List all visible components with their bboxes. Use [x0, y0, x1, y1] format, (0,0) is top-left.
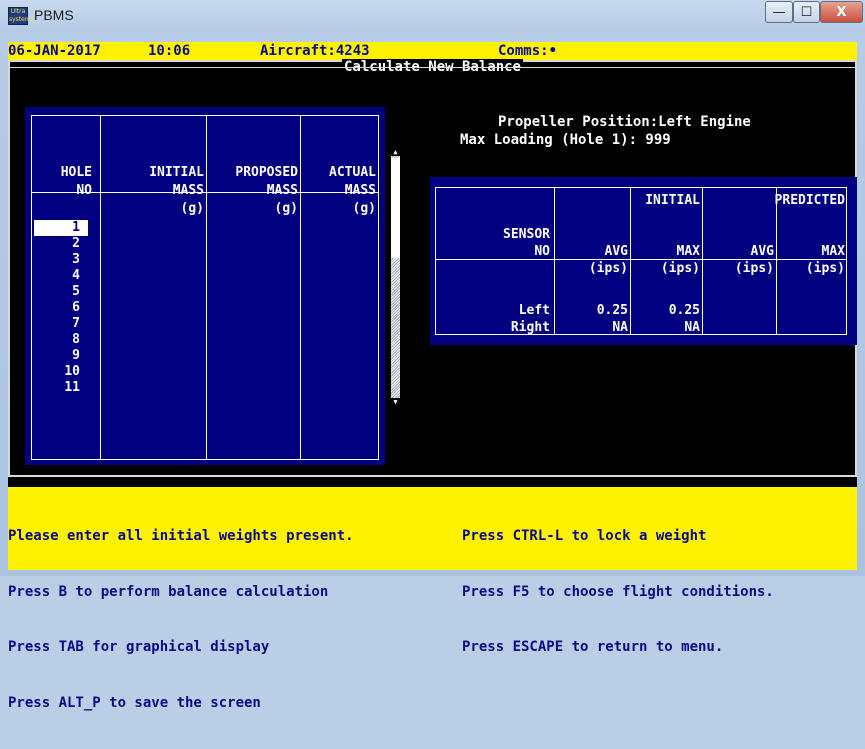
- hole-row[interactable]: 11: [40, 380, 80, 396]
- status-comms: Comms:•: [498, 43, 558, 59]
- minimize-button[interactable]: —: [765, 1, 793, 23]
- hole-row[interactable]: 4: [40, 268, 80, 284]
- sensor-table: SENSOR NO INITIAL PREDICTED AVG (ips) MAX(…: [430, 177, 857, 345]
- scroll-up-icon[interactable]: ▲: [391, 148, 400, 156]
- terminal-screen: 06-JAN-2017 10:06 Aircraft:4243 Comms:• …: [8, 42, 857, 711]
- header-initial: INITIAL: [645, 193, 700, 208]
- hole-table-frame: HOLE NO INITIAL MASS (g) PROPOSED MASS (g) AC…: [31, 115, 379, 460]
- maximize-button[interactable]: ☐: [793, 1, 820, 23]
- hole-row[interactable]: 9: [40, 348, 80, 364]
- scroll-down-icon[interactable]: ▼: [391, 398, 400, 406]
- hole-row[interactable]: 7: [40, 316, 80, 332]
- initial-max-values[interactable]: 0.25 NA: [632, 268, 700, 370]
- header-predicted-max: MAX (ips): [805, 244, 845, 276]
- status-time: 10:06: [148, 43, 191, 59]
- status-date: 06-JAN-2017: [8, 43, 101, 59]
- hole-row[interactable]: 3: [40, 252, 80, 268]
- app-logo-icon: Ultra systems: [8, 7, 34, 25]
- title-bar[interactable]: Ultra systems PBMS — ☐ X: [0, 0, 865, 32]
- scroll-thumb[interactable]: [391, 158, 400, 258]
- max-loading: Max Loading (Hole 1): 999: [460, 132, 671, 148]
- hole-list: 1 2 3 4 5 6 7 8 9 10 11: [40, 220, 80, 396]
- initial-avg-values[interactable]: 0.25 NA: [556, 268, 628, 370]
- hole-row[interactable]: 2: [40, 236, 80, 252]
- help-right: Press CTRL-L to lock a weight Press F5 t…: [462, 528, 774, 655]
- header-initial-mass: INITIAL MASS (g): [149, 165, 204, 216]
- title-rule: [10, 67, 855, 68]
- status-aircraft: Aircraft:4243: [260, 43, 370, 59]
- hole-row[interactable]: 10: [40, 364, 80, 380]
- sensor-table-frame: SENSOR NO INITIAL PREDICTED AVG (ips) MAX(…: [435, 187, 847, 335]
- hole-row[interactable]: 6: [40, 300, 80, 316]
- header-proposed-mass: PROPOSED MASS (g): [235, 165, 298, 216]
- window-title: PBMS: [34, 7, 74, 23]
- hole-row[interactable]: 8: [40, 332, 80, 348]
- hole-table: HOLE NO INITIAL MASS (g) PROPOSED MASS (g) AC…: [25, 107, 385, 465]
- hole-row[interactable]: 1: [40, 220, 80, 236]
- hole-row[interactable]: 5: [40, 284, 80, 300]
- hole-table-scrollbar[interactable]: ▲ ▼: [391, 148, 400, 406]
- header-predicted: PREDICTED: [774, 193, 845, 208]
- propeller-position: Propeller Position:Left Engine: [498, 114, 751, 130]
- help-left: Please enter all initial weights present…: [8, 528, 354, 711]
- status-bar: 06-JAN-2017 10:06 Aircraft:4243 Comms:•: [8, 42, 857, 60]
- application-window: Ultra systems PBMS — ☐ X 06-JAN-2017 10:…: [0, 0, 865, 711]
- help-footer: Please enter all initial weights present…: [8, 487, 857, 711]
- header-actual-mass: ACTUAL MASS (g): [329, 165, 376, 216]
- close-button[interactable]: X: [820, 1, 863, 23]
- balance-panel: Calculate New Balance HOLE NO INITIAL MASS…: [8, 59, 857, 477]
- sensor-names: Left Right: [510, 303, 550, 335]
